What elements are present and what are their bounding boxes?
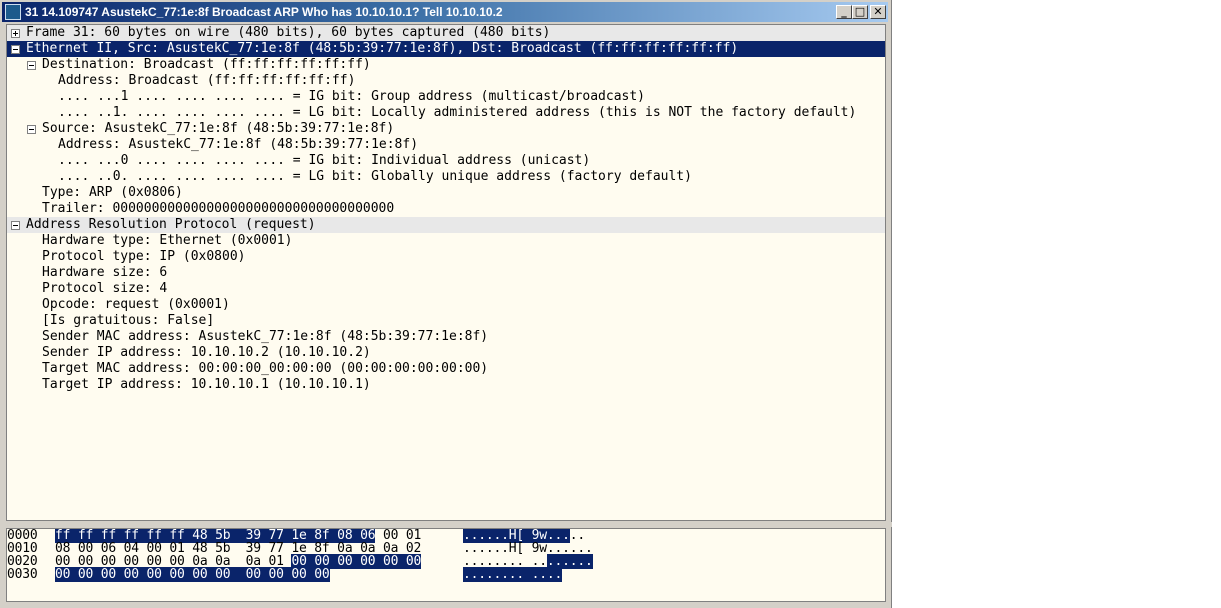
tree-row[interactable]: Sender MAC address: AsustekC_77:1e:8f (4…	[7, 329, 885, 345]
packet-window: 31 14.109747 AsustekC_77:1e:8f Broadcast…	[0, 0, 892, 608]
tree-row-label: Hardware type: Ethernet (0x0001)	[42, 233, 293, 248]
tree-row[interactable]: Address: Broadcast (ff:ff:ff:ff:ff:ff)	[7, 73, 885, 89]
tree-row[interactable]: Target MAC address: 00:00:00_00:00:00 (0…	[7, 361, 885, 377]
tree-row-label: Ethernet II, Src: AsustekC_77:1e:8f (48:…	[26, 41, 739, 56]
packet-bytes-pane[interactable]: 0000 ff ff ff ff ff ff 48 5b 39 77 1e 8f …	[6, 528, 886, 602]
tree-row[interactable]: Target IP address: 10.10.10.1 (10.10.10.…	[7, 377, 885, 393]
window-title: 31 14.109747 AsustekC_77:1e:8f Broadcast…	[25, 5, 503, 19]
tree-row-label: Address Resolution Protocol (request)	[26, 217, 316, 232]
tree-row-label: Protocol size: 4	[42, 281, 168, 296]
tree-row[interactable]: Type: ARP (0x0806)	[7, 185, 885, 201]
tree-row[interactable]: Frame 31: 60 bytes on wire (480 bits), 6…	[7, 25, 885, 41]
pane-splitter[interactable]	[0, 522, 892, 527]
tree-row[interactable]: Protocol size: 4	[7, 281, 885, 297]
tree-row-label: .... ..0. .... .... .... .... = LG bit: …	[58, 169, 692, 184]
tree-row-label: Destination: Broadcast (ff:ff:ff:ff:ff:f…	[42, 57, 371, 72]
tree-row-label: .... ...1 .... .... .... .... = IG bit: …	[58, 89, 645, 104]
tree-row-label: .... ..1. .... .... .... .... = LG bit: …	[58, 105, 857, 120]
hex-row: 0030 00 00 00 00 00 00 00 00 00 00 00 00.…	[7, 567, 885, 582]
tree-row-label: Trailer: 0000000000000000000000000000000…	[42, 201, 395, 216]
tree-row-label: .... ...0 .... .... .... .... = IG bit: …	[58, 153, 591, 168]
title-bar[interactable]: 31 14.109747 AsustekC_77:1e:8f Broadcast…	[2, 2, 888, 22]
tree-row[interactable]: .... ..0. .... .... .... .... = LG bit: …	[7, 169, 885, 185]
tree-row-label: Hardware size: 6	[42, 265, 168, 280]
tree-row[interactable]: .... ...1 .... .... .... .... = IG bit: …	[7, 89, 885, 105]
collapse-icon[interactable]	[27, 61, 36, 70]
collapse-icon[interactable]	[27, 125, 36, 134]
tree-row-label: Sender IP address: 10.10.10.2 (10.10.10.…	[42, 345, 371, 360]
collapse-icon[interactable]	[11, 45, 20, 54]
tree-row-label: Target IP address: 10.10.10.1 (10.10.10.…	[42, 377, 371, 392]
tree-row-label: Address: Broadcast (ff:ff:ff:ff:ff:ff)	[58, 73, 356, 88]
tree-row[interactable]: Source: AsustekC_77:1e:8f (48:5b:39:77:1…	[7, 121, 885, 137]
tree-row-label: Sender MAC address: AsustekC_77:1e:8f (4…	[42, 329, 489, 344]
tree-row-label: Target MAC address: 00:00:00_00:00:00 (0…	[42, 361, 489, 376]
tree-row[interactable]: Trailer: 0000000000000000000000000000000…	[7, 201, 885, 217]
close-button[interactable]: ✕	[870, 5, 886, 19]
tree-row-label: Opcode: request (0x0001)	[42, 297, 230, 312]
ascii-group[interactable]: ........ ....	[463, 567, 562, 582]
tree-row-label: Frame 31: 60 bytes on wire (480 bits), 6…	[26, 25, 551, 40]
tree-row[interactable]: Address: AsustekC_77:1e:8f (48:5b:39:77:…	[7, 137, 885, 153]
hex-bytes[interactable]: 00 00 00 00 00 00 00 00 00 00 00 00	[55, 567, 330, 582]
tree-row[interactable]: Protocol type: IP (0x0800)	[7, 249, 885, 265]
tree-row[interactable]: .... ...0 .... .... .... .... = IG bit: …	[7, 153, 885, 169]
tree-row[interactable]: [Is gratuitous: False]	[7, 313, 885, 329]
collapse-icon[interactable]	[11, 221, 20, 230]
tree-row[interactable]: Sender IP address: 10.10.10.2 (10.10.10.…	[7, 345, 885, 361]
tree-row[interactable]: Opcode: request (0x0001)	[7, 297, 885, 313]
tree-row-label: Source: AsustekC_77:1e:8f (48:5b:39:77:1…	[42, 121, 395, 136]
maximize-button[interactable]: □	[852, 5, 868, 19]
tree-row-label: Protocol type: IP (0x0800)	[42, 249, 246, 264]
minimize-button[interactable]: _	[836, 5, 852, 19]
tree-row-label: [Is gratuitous: False]	[42, 313, 215, 328]
wireshark-app-icon	[5, 4, 21, 20]
expand-icon[interactable]	[11, 29, 20, 38]
packet-details-tree[interactable]: Frame 31: 60 bytes on wire (480 bits), 6…	[6, 24, 886, 521]
hex-byte-group[interactable]: 00 00 00 00 00 00 00 00 00 00 00 00	[55, 567, 330, 582]
tree-row[interactable]: Hardware size: 6	[7, 265, 885, 281]
tree-row[interactable]: Destination: Broadcast (ff:ff:ff:ff:ff:f…	[7, 57, 885, 73]
tree-row[interactable]: Hardware type: Ethernet (0x0001)	[7, 233, 885, 249]
tree-row[interactable]: .... ..1. .... .... .... .... = LG bit: …	[7, 105, 885, 121]
tree-row-label: Address: AsustekC_77:1e:8f (48:5b:39:77:…	[58, 137, 419, 152]
tree-row[interactable]: Ethernet II, Src: AsustekC_77:1e:8f (48:…	[7, 41, 885, 57]
hex-offset: 0030	[7, 567, 38, 582]
hex-ascii[interactable]: ........ ....	[463, 567, 562, 582]
tree-row[interactable]: Address Resolution Protocol (request)	[7, 217, 885, 233]
tree-row-label: Type: ARP (0x0806)	[42, 185, 183, 200]
